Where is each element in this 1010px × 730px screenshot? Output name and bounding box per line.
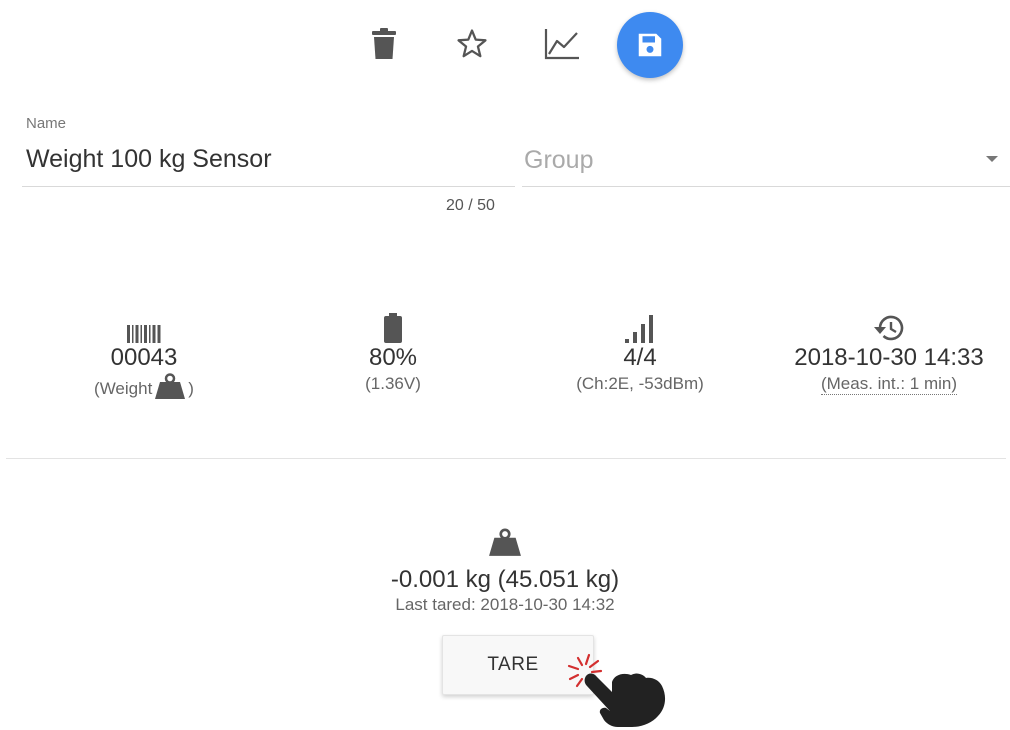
sensor-id-value: 00043 [110,344,178,371]
delete-button[interactable] [362,22,406,66]
signal-details: (Ch:2E, -53dBm) [576,374,704,393]
battery-voltage: (1.36V) [365,374,421,393]
delete-icon [372,28,396,59]
stat-signal: 4/4 (Ch:2E, -53dBm) [520,305,760,395]
battery-level: 80% [368,344,418,371]
star-icon [457,29,487,58]
weight-reading: -0.001 kg (45.051 kg) Last tared: 2018-1… [0,528,1010,615]
history-icon [874,315,904,341]
toolbar [0,12,1010,78]
chart-button[interactable] [540,22,584,66]
stat-battery: 80% (1.36V) [273,305,513,395]
barcode-icon [127,325,161,343]
weight-icon [155,373,186,399]
favorite-button[interactable] [450,22,494,66]
sensor-type-label: (Weight ) [24,373,264,400]
signal-icon [625,315,653,343]
weight-value: -0.001 kg (45.051 kg) [390,566,620,593]
name-underline [22,186,515,187]
name-label: Name [26,115,67,132]
divider [6,458,1006,459]
stat-sensor-id: 00043 (Weight ) [24,305,264,400]
measurement-interval[interactable]: (Meas. int.: 1 min) [820,374,958,395]
name-character-counter: 20 / 50 [446,197,495,214]
pointer-hand-icon [567,653,666,727]
group-underline [522,186,1010,187]
dropdown-arrow-icon [986,156,998,162]
weight-icon [489,528,521,556]
stat-last-measurement: 2018-10-30 14:33 (Meas. int.: 1 min) [769,305,1009,395]
save-icon [638,33,662,57]
group-placeholder: Group [524,146,594,174]
group-select[interactable]: Group [522,140,1010,187]
chart-icon [544,29,579,60]
last-tared-time: Last tared: 2018-10-30 14:32 [395,595,615,614]
battery-icon [384,313,402,343]
name-input[interactable]: Weight 100 kg Sensor [26,145,272,174]
signal-strength: 4/4 [623,344,657,371]
last-measurement-time: 2018-10-30 14:33 [794,344,984,371]
save-button[interactable] [617,12,683,78]
